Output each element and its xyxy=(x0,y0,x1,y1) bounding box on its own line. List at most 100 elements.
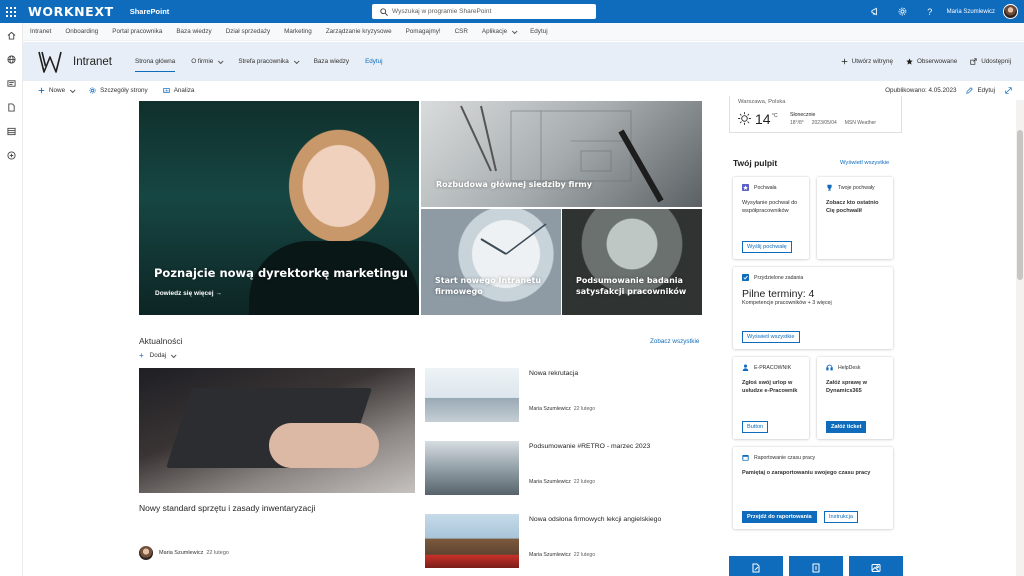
calendar-icon xyxy=(742,455,749,461)
hub-nav-item[interactable]: Intranet xyxy=(23,28,58,35)
page-scrollbar[interactable] xyxy=(1016,100,1024,576)
hands-graphic xyxy=(269,423,379,468)
gear-icon[interactable] xyxy=(889,0,916,23)
analytics-button[interactable]: Analiza xyxy=(163,87,194,94)
follow-button[interactable]: Obserwowane xyxy=(906,58,957,65)
help-icon[interactable]: ? xyxy=(916,0,943,23)
brand-logo[interactable]: WORKNEXT xyxy=(28,4,114,19)
helpdesk-card[interactable]: HelpDesk Załóż sprawę w Dynamics365 Załó… xyxy=(817,357,893,439)
share-label: Udostępnij xyxy=(981,58,1011,65)
hub-nav-item[interactable]: Marketing xyxy=(277,28,319,35)
site-nav-item[interactable]: Strefa pracownika xyxy=(238,42,300,81)
app-launcher-icon[interactable] xyxy=(0,0,22,23)
send-praise-button[interactable]: Wyślij pochwałę xyxy=(742,241,792,253)
hub-nav-label: Aplikacje xyxy=(481,28,508,35)
page-details-button[interactable]: Szczegóły strony xyxy=(89,87,148,94)
news-main-image[interactable] xyxy=(139,368,415,493)
hub-nav-label: Intranet xyxy=(30,28,52,35)
site-nav-item[interactable]: Baza wiedzy xyxy=(314,42,349,81)
page-details-label: Szczegóły strony xyxy=(100,87,148,94)
megaphone-icon[interactable] xyxy=(862,0,889,23)
time-report-card[interactable]: Raportowanie czasu pracy Pamiętaj o zara… xyxy=(733,447,893,529)
news-add-button[interactable]: + Dodaj xyxy=(139,351,177,360)
epracownik-card-body: Zgłoś swój urlop w usłudze e-Pracownik xyxy=(742,380,798,395)
go-to-reporting-button[interactable]: Przejdź do raportowania xyxy=(742,511,817,523)
dashboard-see-all-link[interactable]: Wyświetl wszystkie xyxy=(840,160,889,166)
hero-tile-main[interactable]: Poznajcie nową dyrektorkę marketingu Dow… xyxy=(139,101,419,315)
sun-icon xyxy=(738,112,751,125)
news-main-title[interactable]: Nowy standard sprzętu i zasady inwentary… xyxy=(139,503,315,513)
quick-link-book[interactable] xyxy=(789,556,843,576)
site-nav-item[interactable]: Edytuj xyxy=(365,42,383,81)
news-see-all-link[interactable]: Zobacz wszystkie xyxy=(650,338,699,345)
view-all-tasks-button[interactable]: Wyświetl wszystkie xyxy=(742,331,800,343)
praise-card[interactable]: Pochwała Wysyłanie pochwał do współpraco… xyxy=(733,177,809,259)
news-item[interactable]: Nowa rekrutacja Maria Szumlewicz 22 luteg… xyxy=(425,368,702,422)
home-icon[interactable] xyxy=(0,23,23,47)
time-report-card-head: Raportowanie czasu pracy xyxy=(754,454,816,461)
author-name: Maria Szumlewicz xyxy=(529,479,571,485)
site-header: Intranet Strona główna O firmie Strefa pra… xyxy=(23,42,1024,81)
tasks-card[interactable]: Przydzielone zadania Pilne terminy: 4 Ko… xyxy=(733,267,893,349)
news-thumbnail xyxy=(425,441,519,495)
weather-source: MSN Weather xyxy=(844,120,877,126)
user-name[interactable]: Maria Szumlewicz xyxy=(947,9,995,15)
your-praise-card[interactable]: Twoje pochwały Zobacz kto ostatnio Cię p… xyxy=(817,177,893,259)
hero-learn-more-link[interactable]: Dowiedz się więcej → xyxy=(155,290,222,297)
hub-nav-item[interactable]: Aplikacje xyxy=(475,27,523,35)
scrollbar-thumb[interactable] xyxy=(1017,130,1023,280)
site-nav-item[interactable]: O firmie xyxy=(191,42,224,81)
list-icon[interactable] xyxy=(0,119,23,143)
site-title[interactable]: Intranet xyxy=(73,56,112,68)
hub-nav-item[interactable]: Portal pracownika xyxy=(105,28,169,35)
hero-tile-2[interactable]: Rozbudowa głównej siedziby firmy xyxy=(421,101,702,207)
trophy-icon xyxy=(827,184,832,191)
praise-card-head: Pochwała xyxy=(754,184,777,191)
create-ticket-button[interactable]: Załóż ticket xyxy=(826,421,867,433)
site-nav-item-active[interactable]: Strona główna xyxy=(135,42,176,81)
edit-page-button[interactable]: Edytuj xyxy=(966,87,995,94)
create-site-button[interactable]: Utwórz witrynę xyxy=(841,58,893,65)
quick-link-edit[interactable] xyxy=(729,556,783,576)
news-item[interactable]: Nowa odsłona firmowych lekcji angielskie… xyxy=(425,514,702,568)
hub-nav-item[interactable]: Edytuj xyxy=(523,28,555,35)
quick-link-image[interactable] xyxy=(849,556,903,576)
app-name[interactable]: SharePoint xyxy=(130,7,170,16)
hub-nav-item[interactable]: Onboarding xyxy=(58,28,105,35)
hero-tile-4[interactable]: Podsumowanie badania satysfakcji pracown… xyxy=(562,209,702,315)
epracownik-button[interactable]: Button xyxy=(742,421,769,433)
plus-icon: + xyxy=(139,351,144,360)
hub-nav-item[interactable]: Zarządzanie kryzysowe xyxy=(319,28,399,35)
document-icon[interactable] xyxy=(0,95,23,119)
new-button[interactable]: Nowe xyxy=(38,86,76,94)
hub-nav-item[interactable]: CSR xyxy=(448,28,475,35)
author-name[interactable]: Maria Szumlewicz xyxy=(159,550,203,556)
hub-nav-label: CSR xyxy=(454,28,468,35)
edit-page-label: Edytuj xyxy=(977,87,995,94)
epracownik-card[interactable]: E-PRACOWNIK Zgłoś swój urlop w usłudze e… xyxy=(733,357,809,439)
instruction-button[interactable]: Instrukcja xyxy=(824,511,858,523)
expand-icon[interactable] xyxy=(1005,87,1012,94)
user-avatar[interactable] xyxy=(1003,4,1018,19)
share-button[interactable]: Udostępnij xyxy=(970,58,1011,65)
hub-nav-label: Zarządzanie kryzysowe xyxy=(325,28,392,35)
site-logo[interactable] xyxy=(37,49,63,75)
hero-tile-3[interactable]: Start nowego Intranetu firmowego xyxy=(421,209,561,315)
weather-widget[interactable]: Warszawa, Polska 14 °C Słonecznie 18°/8°… xyxy=(729,96,902,133)
hub-nav-item[interactable]: Dział sprzedaży xyxy=(219,28,277,35)
search-input[interactable]: Wyszukaj w programie SharePoint xyxy=(372,4,596,19)
your-praise-card-head: Twoje pochwały xyxy=(838,184,875,191)
search-placeholder: Wyszukaj w programie SharePoint xyxy=(392,8,492,15)
hub-navigation: Intranet Onboarding Portal pracownika Baza … xyxy=(23,23,1024,41)
site-nav-label: O firmie xyxy=(191,58,214,65)
globe-icon[interactable] xyxy=(0,47,23,71)
hub-nav-label: Portal pracownika xyxy=(112,28,163,35)
follow-label: Obserwowane xyxy=(916,58,958,65)
add-circle-icon[interactable] xyxy=(0,143,23,167)
news-thumbnail xyxy=(425,514,519,568)
hub-nav-item[interactable]: Pomagajmy! xyxy=(399,28,448,35)
image-icon xyxy=(871,564,881,572)
hub-nav-item[interactable]: Baza wiedzy xyxy=(169,28,218,35)
news-item[interactable]: Podsumowanie #RETRO - marzec 2023 Maria … xyxy=(425,441,702,495)
news-icon[interactable] xyxy=(0,71,23,95)
